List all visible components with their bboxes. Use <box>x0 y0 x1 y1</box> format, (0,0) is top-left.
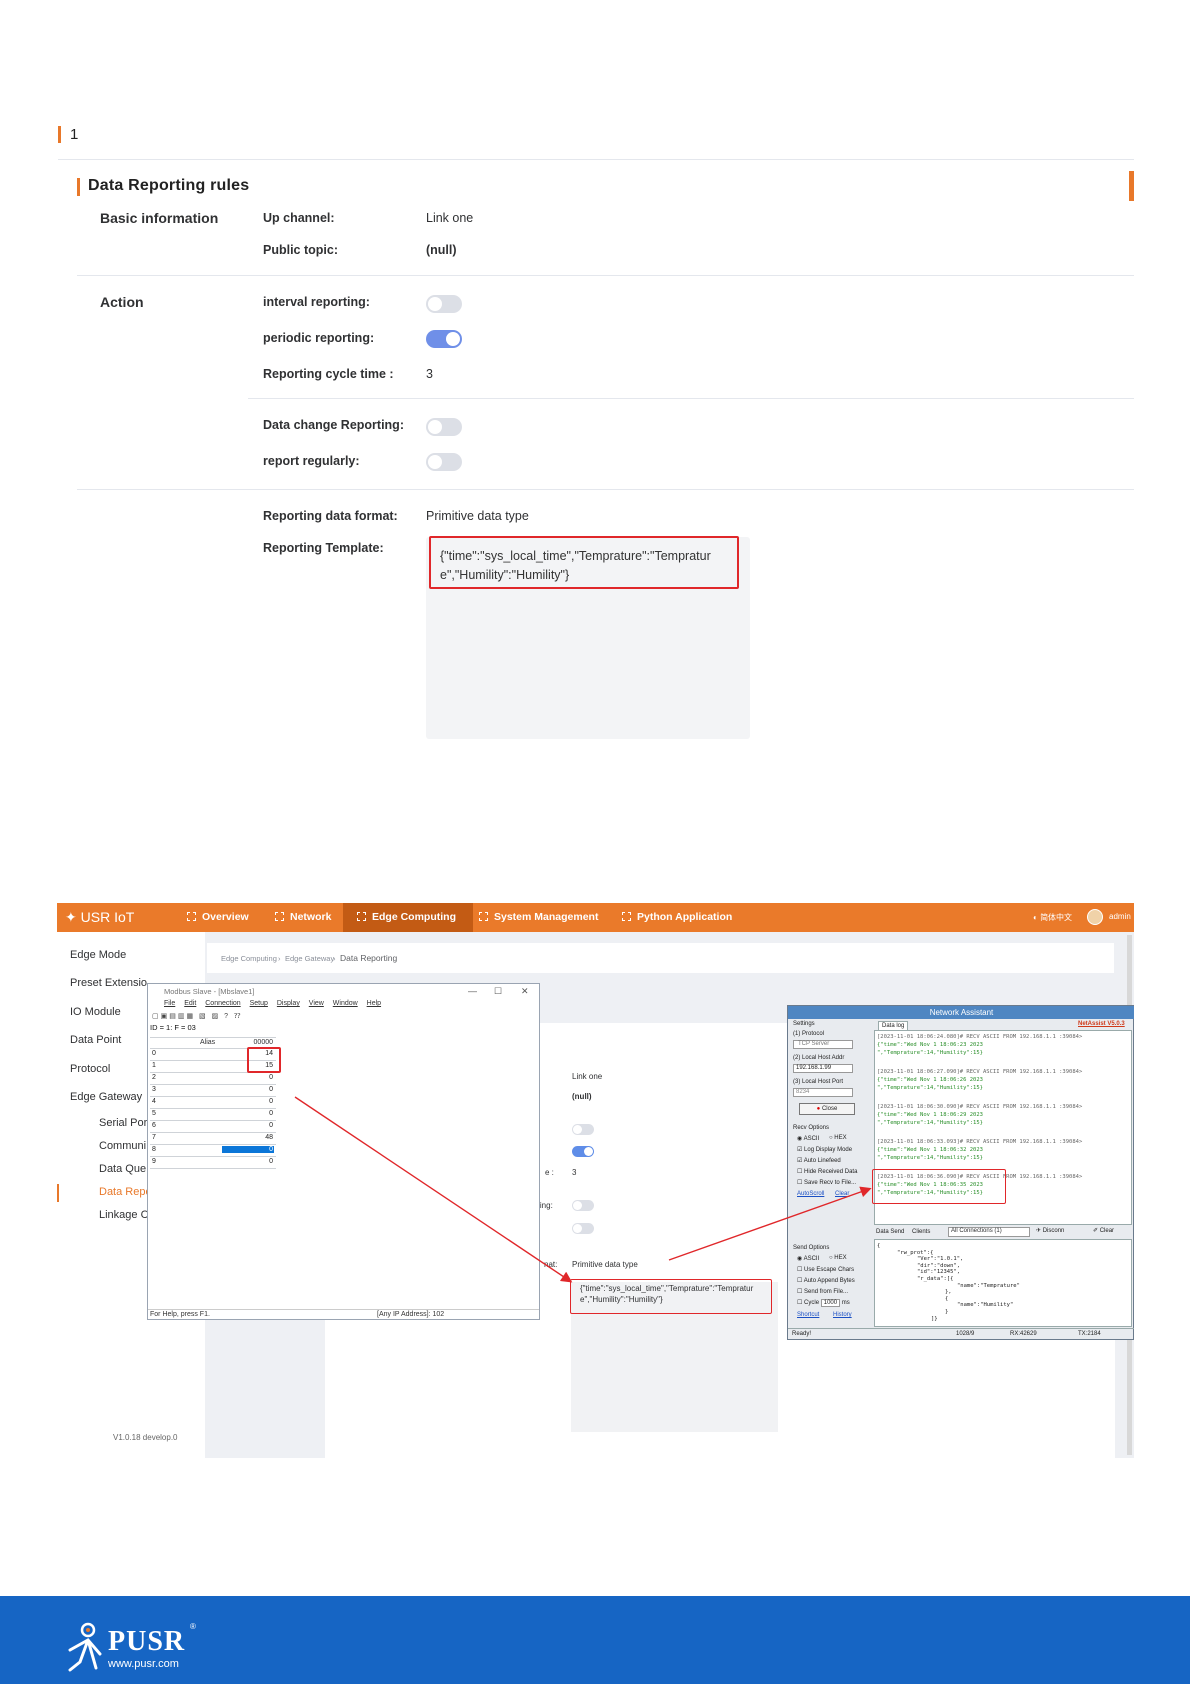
interval-reporting-label: interval reporting: <box>263 295 370 309</box>
annotation-arrows <box>294 1096 872 1283</box>
footer-logo-text: PUSR <box>108 1626 186 1657</box>
data-change-label: Data change Reporting: <box>263 418 404 432</box>
footer: PUSR ® www.pusr.com <box>0 1596 1190 1684</box>
title-marker <box>77 178 80 196</box>
screenshot: ✦ USR IoT Overview Network Edge Computin… <box>57 903 1134 1458</box>
report-regularly-label: report regularly: <box>263 454 360 468</box>
action-heading: Action <box>100 294 144 310</box>
arrow-modbus-to-template <box>294 1096 573 1283</box>
cycle-time-value: 3 <box>426 367 433 381</box>
section-marker <box>58 126 61 143</box>
divider <box>77 275 1134 276</box>
section-number: 1 <box>70 126 79 143</box>
data-change-toggle[interactable] <box>426 418 462 436</box>
template-highlight <box>429 536 739 589</box>
basic-info-heading: Basic information <box>100 210 219 226</box>
template-label: Reporting Template: <box>263 541 384 555</box>
up-channel-label: Up channel: <box>263 211 335 225</box>
up-channel-value: Link one <box>426 211 474 225</box>
periodic-reporting-label: periodic reporting: <box>263 331 375 345</box>
arrow-template-to-log <box>668 1186 872 1261</box>
cycle-time-label: Reporting cycle time : <box>263 367 394 381</box>
data-format-label: Reporting data format: <box>263 509 398 523</box>
public-topic-value: (null) <box>426 243 457 257</box>
data-format-value: Primitive data type <box>426 509 529 523</box>
page-title: Data Reporting rules <box>88 177 250 194</box>
footer-url[interactable]: www.pusr.com <box>108 1658 179 1670</box>
periodic-reporting-toggle[interactable] <box>426 330 462 348</box>
divider <box>58 159 1134 160</box>
pusr-logo-mark-icon <box>68 1622 102 1672</box>
divider <box>248 398 1134 399</box>
public-topic-label: Public topic: <box>263 243 338 257</box>
registered-mark: ® <box>190 1622 196 1631</box>
interval-reporting-toggle[interactable] <box>426 295 462 313</box>
report-regularly-toggle[interactable] <box>426 453 462 471</box>
right-marker <box>1129 171 1134 201</box>
divider <box>77 489 1134 490</box>
